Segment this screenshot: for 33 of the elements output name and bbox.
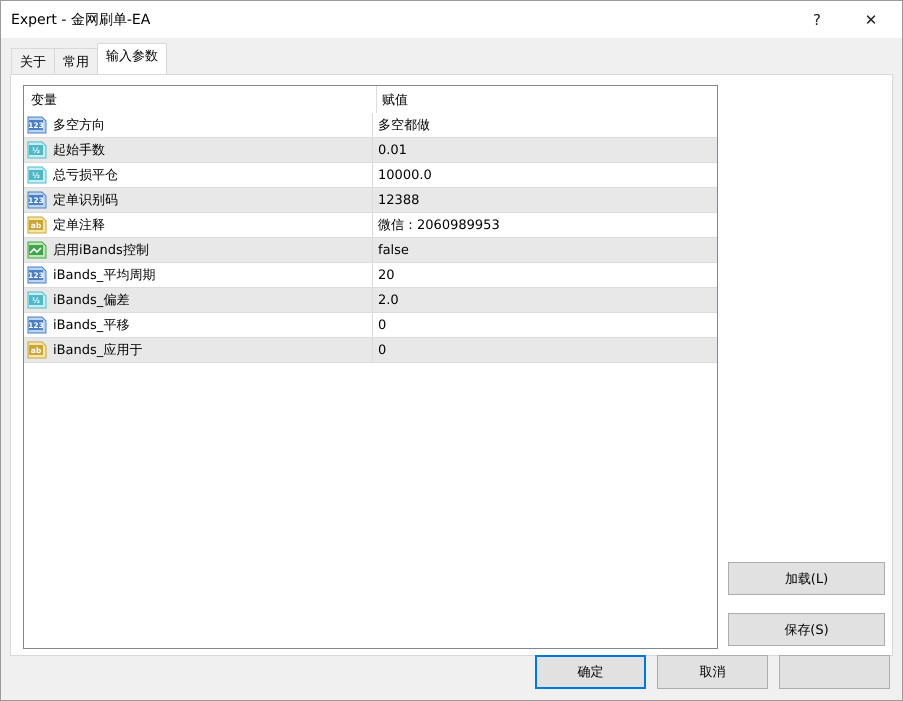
parameter-value[interactable]: 12388 xyxy=(378,192,420,208)
parameter-name: 启用iBands控制 xyxy=(53,242,149,259)
parameter-name: iBands_应用于 xyxy=(53,342,142,359)
parameter-name: 起始手数 xyxy=(53,142,105,159)
parameter-value[interactable]: 0 xyxy=(378,318,386,332)
column-header[interactable]: 变量 xyxy=(24,86,377,113)
parameter-value[interactable]: 0.01 xyxy=(378,142,407,158)
dialog-button[interactable]: 保存(S) xyxy=(728,613,885,646)
parameter-value[interactable]: 10000.0 xyxy=(378,168,432,182)
parameter-value[interactable]: 2.0 xyxy=(378,292,399,308)
help-button[interactable]: ? xyxy=(794,10,840,28)
parameter-value[interactable]: 多空都做 xyxy=(378,116,430,134)
parameter-name: 定单注释 xyxy=(53,217,105,234)
parameter-name: 多空方向 xyxy=(53,117,105,134)
parameter-name: iBands_平移 xyxy=(53,317,130,334)
dialog-button[interactable] xyxy=(779,655,890,689)
dialog-button[interactable]: 确定 xyxy=(535,655,646,689)
window-title: Expert - 金网刷单-EA xyxy=(11,10,152,28)
close-button[interactable]: ✕ xyxy=(848,10,894,28)
dialog-button[interactable]: 加载(L) xyxy=(728,562,885,595)
tab[interactable]: 关于 xyxy=(11,48,55,74)
parameter-value[interactable]: 20 xyxy=(378,268,395,282)
switch-type-icon xyxy=(27,240,47,260)
parameter-value[interactable]: false xyxy=(378,242,409,258)
tab[interactable]: 输入参数 xyxy=(97,43,167,74)
parameter-name: iBands_平均周期 xyxy=(53,267,156,284)
column-header[interactable]: 赋值 xyxy=(377,86,408,113)
parameter-name: 总亏损平仓 xyxy=(53,167,118,184)
parameter-name: iBands_偏差 xyxy=(53,292,130,309)
parameter-name: 定单识别码 xyxy=(53,192,118,209)
parameter-value[interactable]: 微信：2060989953 xyxy=(378,216,500,234)
dialog-button[interactable]: 取消 xyxy=(657,655,768,689)
parameter-value[interactable]: 0 xyxy=(378,342,386,358)
